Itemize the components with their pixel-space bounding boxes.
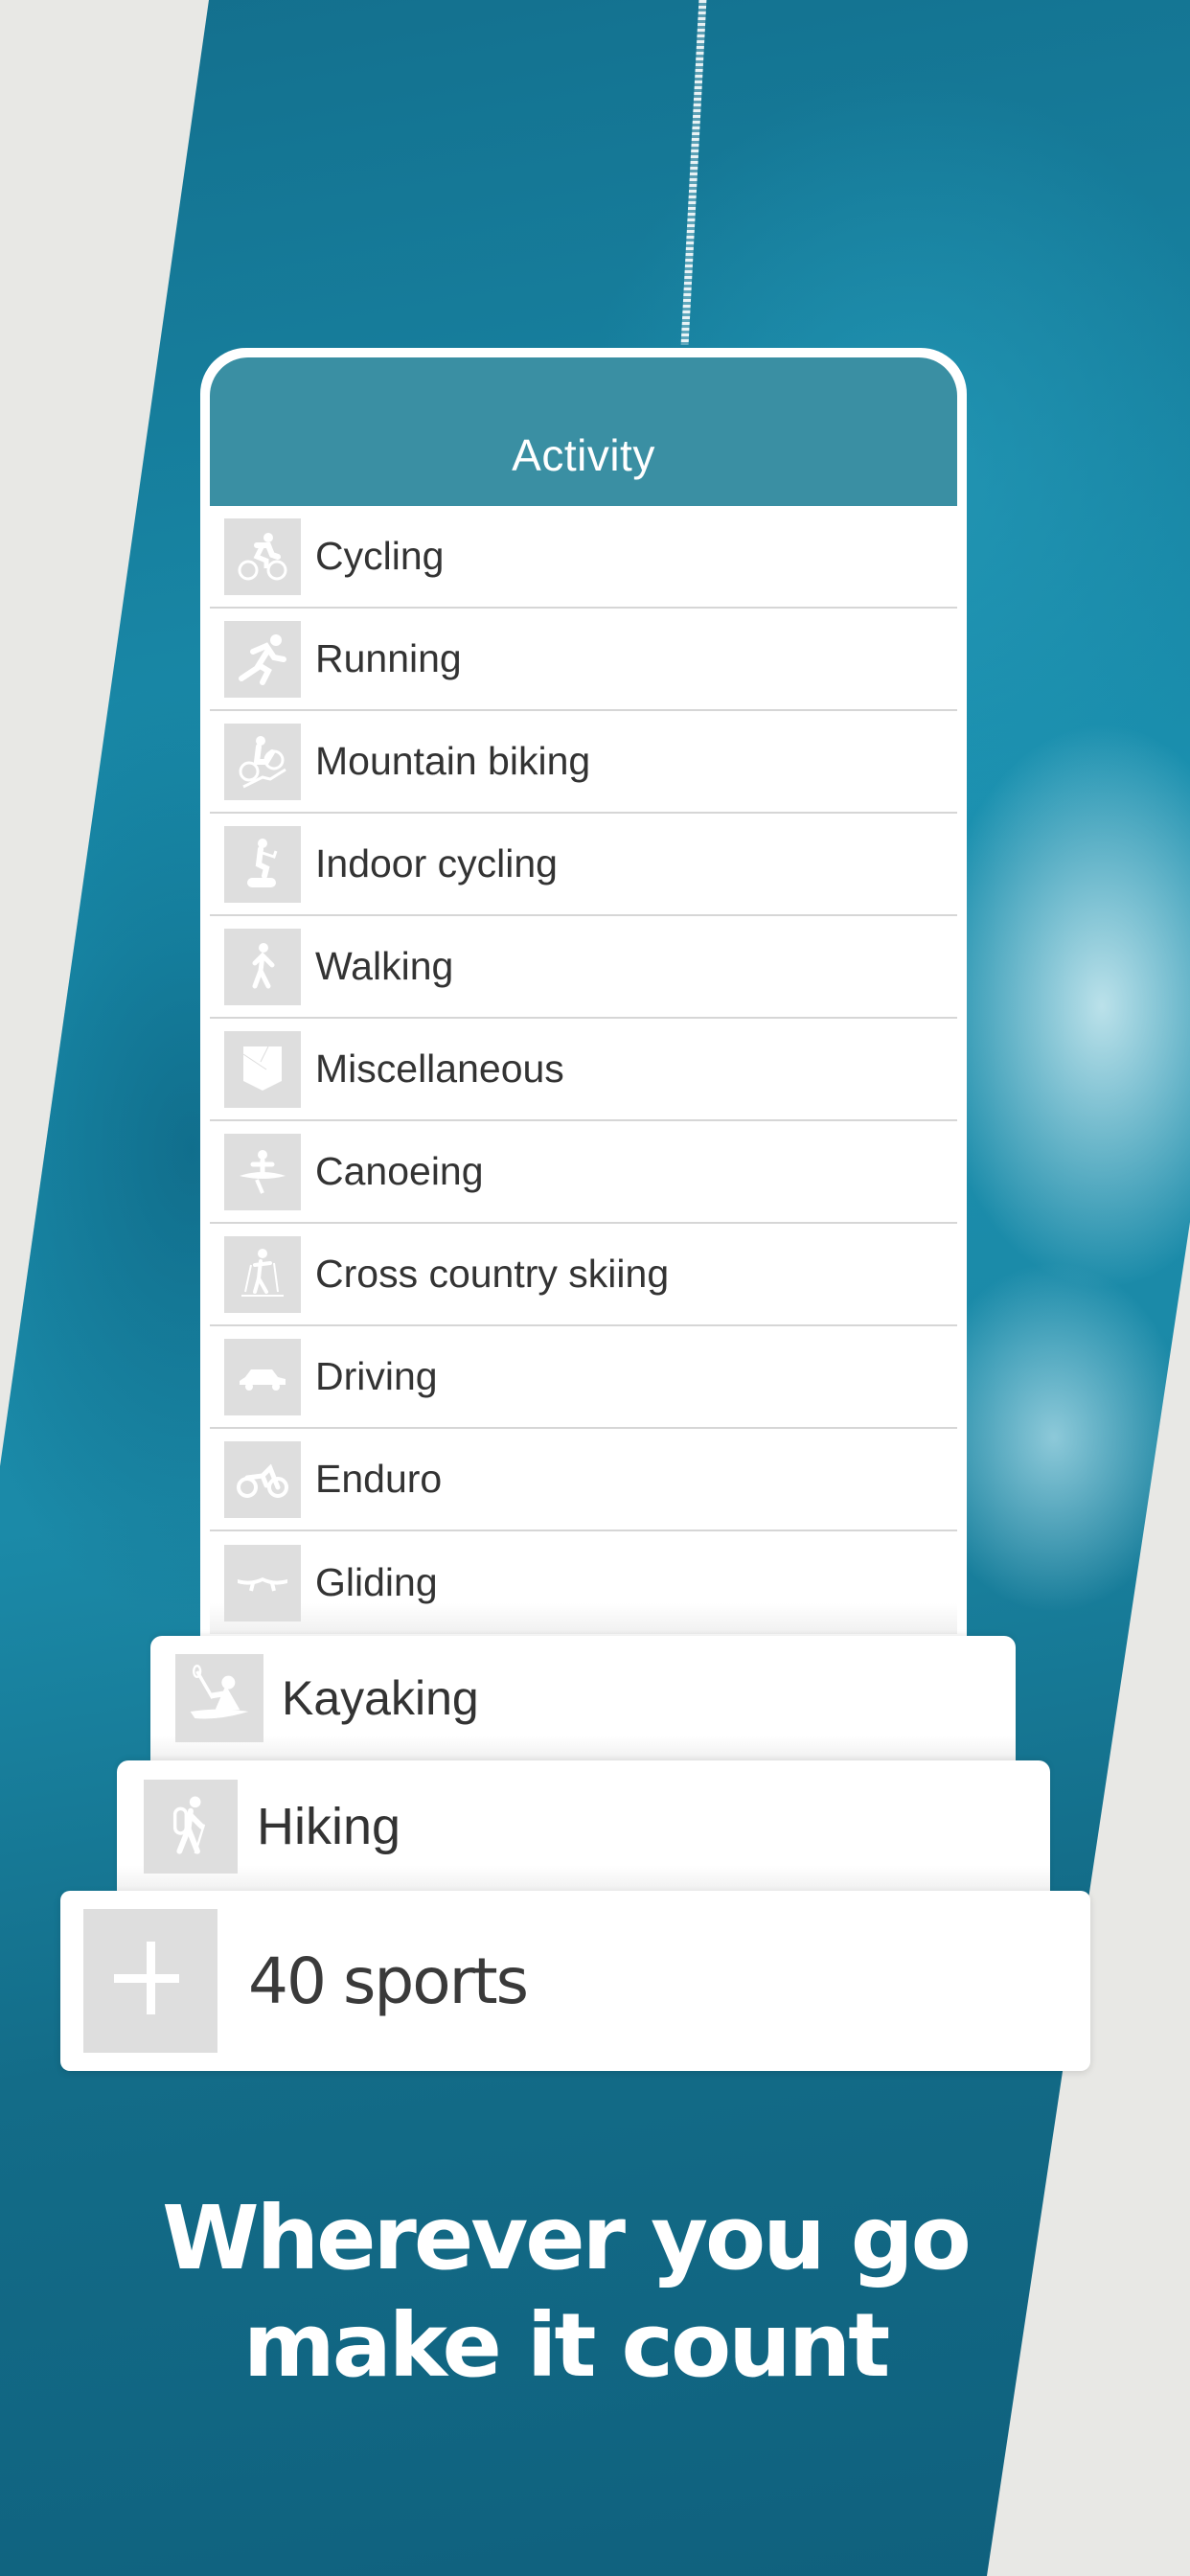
list-item-label: Kayaking	[282, 1671, 479, 1725]
list-item-label: Miscellaneous	[315, 1046, 564, 1091]
activity-header: Activity	[210, 357, 957, 506]
list-item-miscellaneous[interactable]: Miscellaneous	[210, 1019, 957, 1121]
gliding-icon	[224, 1544, 301, 1622]
more-sports-label: 40 sports	[248, 1944, 529, 2018]
list-item-running[interactable]: Running	[210, 609, 957, 711]
tagline-line-2: make it count	[242, 2294, 890, 2397]
cross-country-skiing-icon	[224, 1235, 301, 1313]
enduro-icon	[224, 1440, 301, 1518]
list-item-label: Driving	[315, 1354, 438, 1398]
list-item-label: Indoor cycling	[315, 841, 558, 886]
list-item-canoeing[interactable]: Canoeing	[210, 1121, 957, 1224]
list-item-kayaking[interactable]: Kayaking	[150, 1636, 1016, 1760]
more-sports-button[interactable]: 40 sports	[60, 1891, 1090, 2071]
tagline: Wherever you go make it count	[0, 2185, 1131, 2400]
list-item-indoor-cycling[interactable]: Indoor cycling	[210, 814, 957, 916]
list-item-label: Running	[315, 636, 462, 680]
list-item-label: Hiking	[257, 1797, 401, 1855]
list-item-label: Enduro	[315, 1457, 443, 1501]
tagline-line-1: Wherever you go	[162, 2187, 972, 2289]
list-item-enduro[interactable]: Enduro	[210, 1429, 957, 1531]
page-title: Activity	[512, 430, 655, 480]
cycling-icon	[224, 518, 301, 595]
plus-icon	[83, 1909, 217, 2053]
list-item-walking[interactable]: Walking	[210, 916, 957, 1019]
list-item-cross-country-skiing[interactable]: Cross country skiing	[210, 1224, 957, 1326]
kayaking-icon	[175, 1654, 263, 1742]
list-item-cycling[interactable]: Cycling	[210, 506, 957, 609]
hiking-icon	[144, 1779, 238, 1874]
list-item-label: Canoeing	[315, 1149, 484, 1193]
list-item-driving[interactable]: Driving	[210, 1326, 957, 1429]
list-item-hiking[interactable]: Hiking	[117, 1760, 1050, 1892]
list-item-mountain-biking[interactable]: Mountain biking	[210, 711, 957, 814]
list-item-label: Cycling	[315, 534, 445, 578]
list-item-label: Mountain biking	[315, 739, 591, 783]
mountain-biking-icon	[224, 723, 301, 800]
list-item-label: Cross country skiing	[315, 1252, 670, 1296]
indoor-cycling-icon	[224, 825, 301, 903]
canoeing-icon	[224, 1133, 301, 1210]
driving-icon	[224, 1338, 301, 1415]
list-item-gliding[interactable]: Gliding	[210, 1531, 957, 1634]
activity-list: Cycling Running Mountain biking Indoor c…	[210, 506, 957, 1634]
walking-icon	[224, 928, 301, 1005]
miscellaneous-icon	[224, 1030, 301, 1108]
list-item-label: Walking	[315, 944, 454, 988]
list-item-label: Gliding	[315, 1560, 438, 1604]
running-icon	[224, 620, 301, 698]
